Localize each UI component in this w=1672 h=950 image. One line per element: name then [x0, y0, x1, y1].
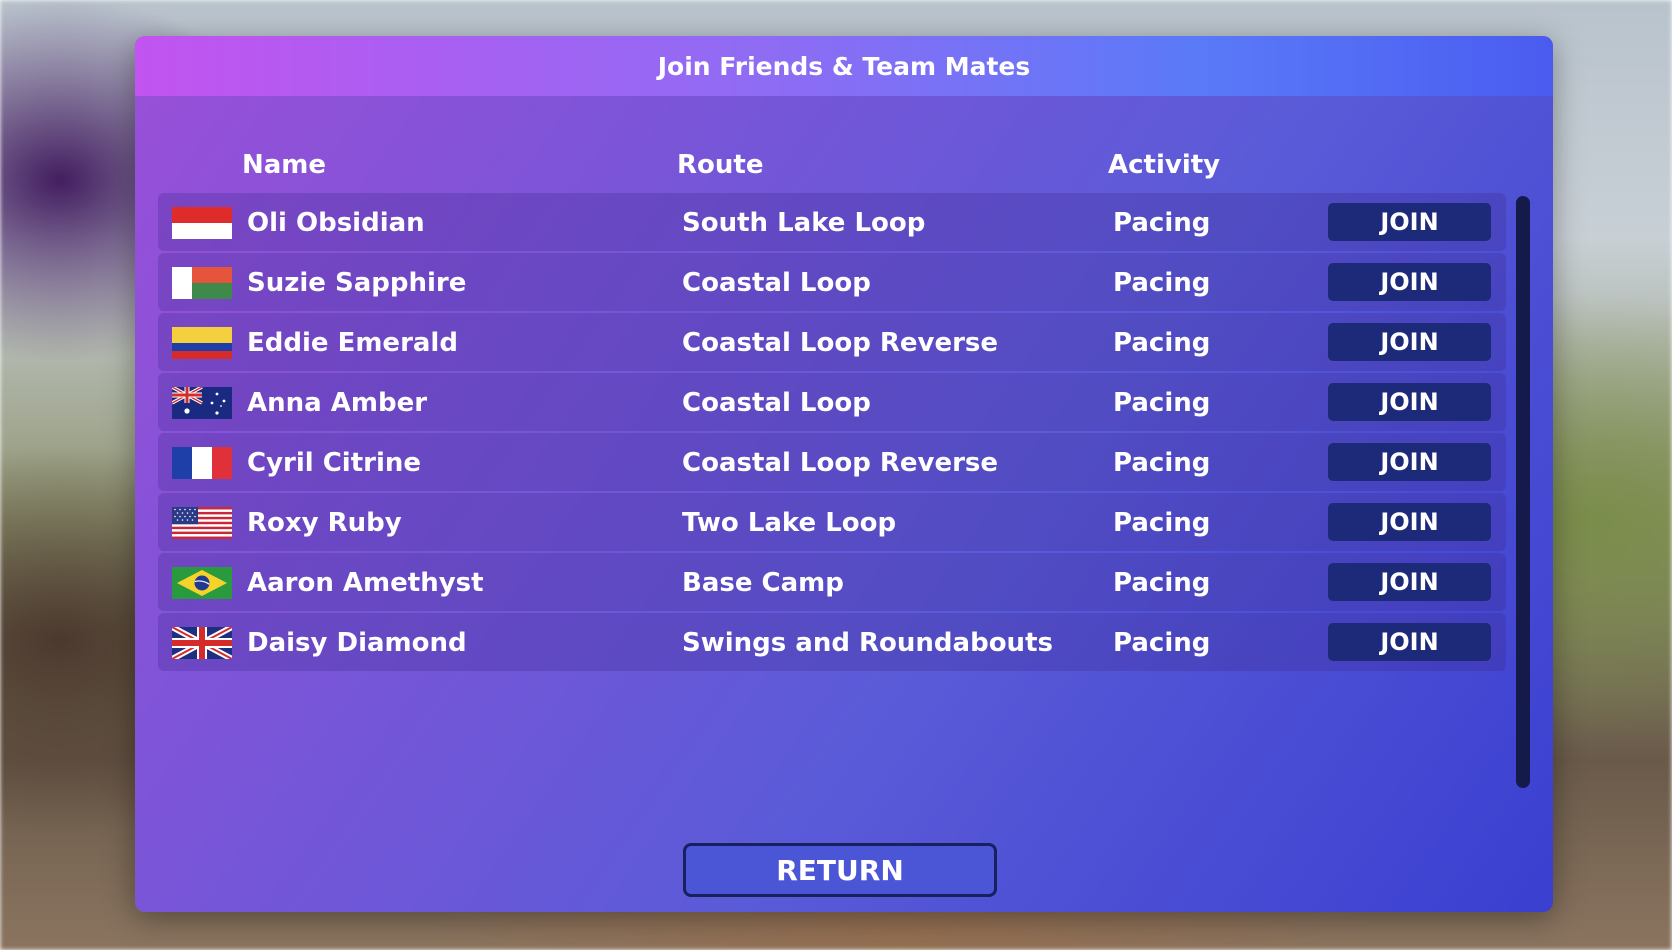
column-headers: Name Route Activity [135, 146, 1553, 186]
friend-row: Suzie Sapphire Coastal Loop Pacing JOIN [158, 253, 1506, 311]
friend-activity: Pacing [1113, 388, 1211, 418]
friend-name: Oli Obsidian [247, 208, 425, 238]
friend-row: Roxy Ruby Two Lake Loop Pacing JOIN [158, 493, 1506, 551]
join-button[interactable]: JOIN [1328, 563, 1491, 601]
colombia-flag-icon [172, 327, 232, 359]
friends-list: Oli Obsidian South Lake Loop Pacing JOIN… [158, 193, 1506, 673]
friend-row: Aaron Amethyst Base Camp Pacing JOIN [158, 553, 1506, 611]
friend-activity: Pacing [1113, 448, 1211, 478]
friend-row: Eddie Emerald Coastal Loop Reverse Pacin… [158, 313, 1506, 371]
friend-name: Eddie Emerald [247, 328, 458, 358]
list-scrollbar[interactable] [1516, 196, 1530, 788]
friend-route: Coastal Loop [682, 268, 871, 298]
usa-flag-icon [172, 507, 232, 539]
australia-flag-icon [172, 387, 232, 419]
return-button[interactable]: RETURN [683, 843, 997, 897]
friend-activity: Pacing [1113, 328, 1211, 358]
friend-activity: Pacing [1113, 568, 1211, 598]
friend-activity: Pacing [1113, 268, 1211, 298]
friend-name: Roxy Ruby [247, 508, 402, 538]
friend-activity: Pacing [1113, 508, 1211, 538]
friend-activity: Pacing [1113, 208, 1211, 238]
join-button[interactable]: JOIN [1328, 383, 1491, 421]
friend-route: Two Lake Loop [682, 508, 897, 538]
friend-row: Daisy Diamond Swings and Roundabouts Pac… [158, 613, 1506, 671]
uk-flag-icon [172, 627, 232, 659]
france-flag-icon [172, 447, 232, 479]
friend-route: Coastal Loop Reverse [682, 448, 999, 478]
join-button[interactable]: JOIN [1328, 203, 1491, 241]
column-header-route: Route [677, 150, 764, 180]
join-button[interactable]: JOIN [1328, 503, 1491, 541]
friend-name: Cyril Citrine [247, 448, 422, 478]
column-header-activity: Activity [1108, 150, 1221, 180]
friend-row: Oli Obsidian South Lake Loop Pacing JOIN [158, 193, 1506, 251]
friend-route: Coastal Loop [682, 388, 871, 418]
join-button[interactable]: JOIN [1328, 623, 1491, 661]
friend-route: South Lake Loop [682, 208, 926, 238]
friend-row: Anna Amber Coastal Loop Pacing JOIN [158, 373, 1506, 431]
join-button[interactable]: JOIN [1328, 323, 1491, 361]
friend-route: Swings and Roundabouts [682, 628, 1053, 658]
friend-name: Suzie Sapphire [247, 268, 467, 298]
brazil-flag-icon [172, 567, 232, 599]
join-button[interactable]: JOIN [1328, 443, 1491, 481]
join-button[interactable]: JOIN [1328, 263, 1491, 301]
column-header-name: Name [242, 150, 327, 180]
friend-name: Aaron Amethyst [247, 568, 484, 598]
friend-route: Coastal Loop Reverse [682, 328, 999, 358]
friend-route: Base Camp [682, 568, 844, 598]
friend-name: Daisy Diamond [247, 628, 467, 658]
join-friends-dialog: Join Friends & Team Mates Name Route Act… [135, 36, 1553, 912]
indonesia-flag-icon [172, 207, 232, 239]
madagascar-flag-icon [172, 267, 232, 299]
dialog-title: Join Friends & Team Mates [135, 36, 1553, 96]
friend-row: Cyril Citrine Coastal Loop Reverse Pacin… [158, 433, 1506, 491]
friend-name: Anna Amber [247, 388, 428, 418]
friend-activity: Pacing [1113, 628, 1211, 658]
